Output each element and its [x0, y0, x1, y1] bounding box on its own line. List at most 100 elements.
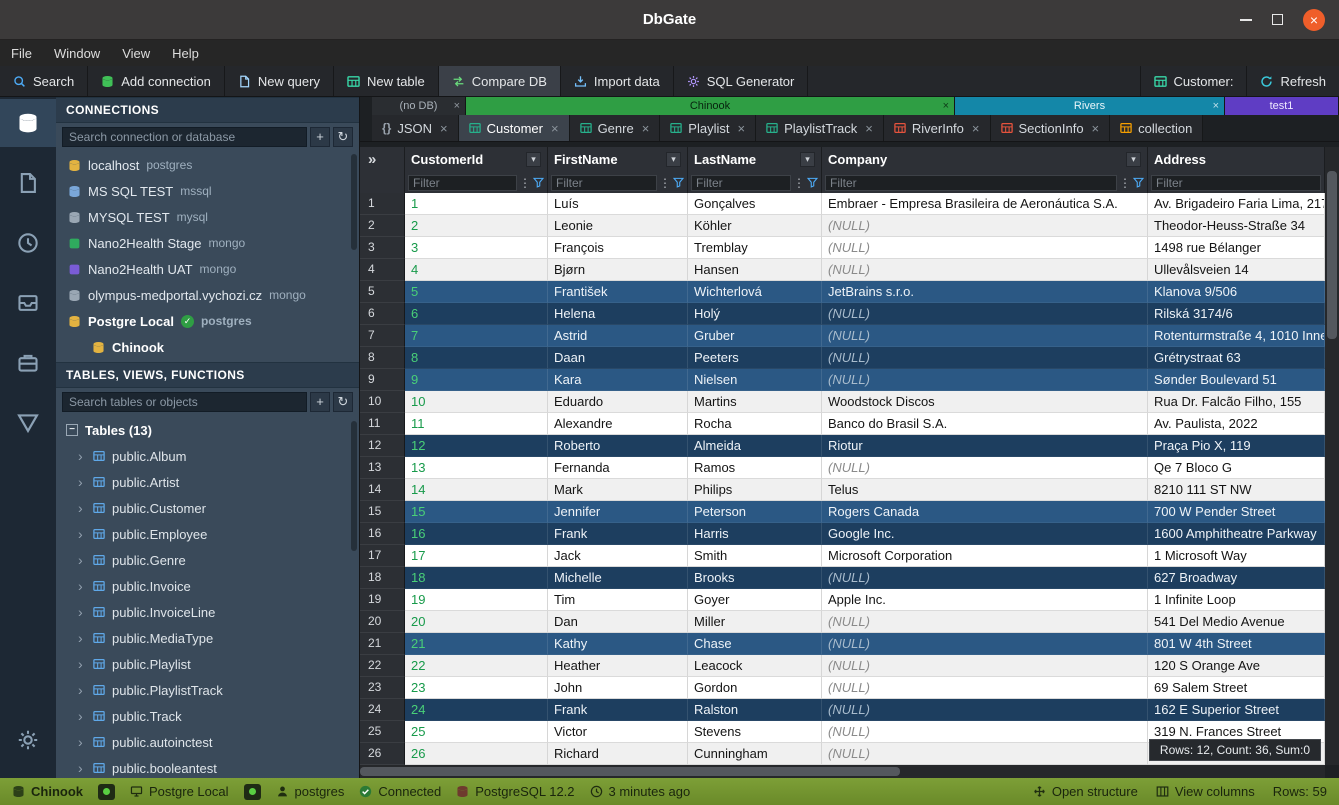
- chevron-right-icon[interactable]: ›: [78, 760, 86, 776]
- cell-firstname[interactable]: Tim: [548, 589, 688, 611]
- cell-company[interactable]: (NULL): [822, 215, 1148, 237]
- filter-input-company[interactable]: [825, 175, 1117, 191]
- row-number[interactable]: 7: [360, 325, 405, 347]
- cell-lastname[interactable]: Ramos: [688, 457, 822, 479]
- cell-customerid[interactable]: 8: [405, 347, 548, 369]
- table-item-public-invoice[interactable]: ›public.Invoice: [56, 573, 359, 599]
- chevron-right-icon[interactable]: ›: [78, 526, 86, 542]
- table-item-public-booleantest[interactable]: ›public.booleantest: [56, 755, 359, 778]
- row-number[interactable]: 21: [360, 633, 405, 655]
- cell-address[interactable]: 801 W 4th Street: [1148, 633, 1325, 655]
- row-number[interactable]: 3: [360, 237, 405, 259]
- cell-address[interactable]: 1600 Amphitheatre Parkway: [1148, 523, 1325, 545]
- cell-company[interactable]: Woodstock Discos: [822, 391, 1148, 413]
- toolbar-button-refresh[interactable]: Refresh: [1246, 66, 1339, 96]
- cell-company[interactable]: (NULL): [822, 259, 1148, 281]
- filter-input-firstname[interactable]: [551, 175, 657, 191]
- cell-firstname[interactable]: Kathy: [548, 633, 688, 655]
- row-number[interactable]: 9: [360, 369, 405, 391]
- cell-customerid[interactable]: 18: [405, 567, 548, 589]
- close-tab-icon[interactable]: ×: [737, 121, 745, 136]
- row-number[interactable]: 2: [360, 215, 405, 237]
- cell-firstname[interactable]: Astrid: [548, 325, 688, 347]
- toolbar-button-new-table[interactable]: New table: [334, 66, 439, 96]
- cell-address[interactable]: Ullevålsveien 14: [1148, 259, 1325, 281]
- table-item-public-artist[interactable]: ›public.Artist: [56, 469, 359, 495]
- table-row[interactable]: 55FrantišekWichterlováJetBrains s.r.o.Kl…: [360, 281, 1325, 303]
- row-number[interactable]: 8: [360, 347, 405, 369]
- row-number[interactable]: 23: [360, 677, 405, 699]
- table-row[interactable]: 1717JackSmithMicrosoft Corporation1 Micr…: [360, 545, 1325, 567]
- cell-company[interactable]: (NULL): [822, 457, 1148, 479]
- row-number[interactable]: 16: [360, 523, 405, 545]
- cell-address[interactable]: 627 Broadway: [1148, 567, 1325, 589]
- table-item-public-autoinctest[interactable]: ›public.autoinctest: [56, 729, 359, 755]
- table-item-public-invoiceline[interactable]: ›public.InvoiceLine: [56, 599, 359, 625]
- tab-riverinfo[interactable]: RiverInfo×: [884, 115, 991, 141]
- horizontal-scrollbar[interactable]: [360, 765, 1325, 778]
- cell-customerid[interactable]: 19: [405, 589, 548, 611]
- toolbar-button-import-data[interactable]: Import data: [561, 66, 674, 96]
- cell-firstname[interactable]: Frank: [548, 523, 688, 545]
- table-row[interactable]: 33FrançoisTremblay(NULL)1498 rue Bélange…: [360, 237, 1325, 259]
- chevron-right-icon[interactable]: ›: [78, 578, 86, 594]
- connections-search-input[interactable]: [62, 127, 307, 147]
- cell-lastname[interactable]: Wichterlová: [688, 281, 822, 303]
- tab-collection[interactable]: collection: [1110, 115, 1203, 141]
- connection-item-nano2health-uat[interactable]: Nano2Health UATmongo: [56, 256, 359, 282]
- cell-company[interactable]: (NULL): [822, 677, 1148, 699]
- chevron-right-icon[interactable]: ›: [78, 604, 86, 620]
- cell-company[interactable]: (NULL): [822, 325, 1148, 347]
- connections-scrollbar[interactable]: [351, 154, 357, 250]
- cell-customerid[interactable]: 16: [405, 523, 548, 545]
- cell-customerid[interactable]: 9: [405, 369, 548, 391]
- cell-lastname[interactable]: Nielsen: [688, 369, 822, 391]
- cell-address[interactable]: Qe 7 Bloco G: [1148, 457, 1325, 479]
- cell-address[interactable]: 162 E Superior Street: [1148, 699, 1325, 721]
- cell-customerid[interactable]: 20: [405, 611, 548, 633]
- sidebar-filter-icon[interactable]: [0, 399, 56, 447]
- sidebar-history-icon[interactable]: [0, 219, 56, 267]
- table-item-public-genre[interactable]: ›public.Genre: [56, 547, 359, 573]
- table-row[interactable]: 2424FrankRalston(NULL)162 E Superior Str…: [360, 699, 1325, 721]
- cell-lastname[interactable]: Tremblay: [688, 237, 822, 259]
- menu-help[interactable]: Help: [161, 40, 210, 66]
- row-number[interactable]: 14: [360, 479, 405, 501]
- cell-lastname[interactable]: Gruber: [688, 325, 822, 347]
- chevron-right-icon[interactable]: ›: [78, 448, 86, 464]
- funnel-icon[interactable]: [1133, 177, 1144, 188]
- close-tab-icon[interactable]: ×: [440, 121, 448, 136]
- cell-lastname[interactable]: Ralston: [688, 699, 822, 721]
- cell-company[interactable]: (NULL): [822, 721, 1148, 743]
- table-row[interactable]: 2222HeatherLeacock(NULL)120 S Orange Ave: [360, 655, 1325, 677]
- connection-item-localhost[interactable]: localhostpostgres: [56, 152, 359, 178]
- cell-customerid[interactable]: 10: [405, 391, 548, 413]
- cell-firstname[interactable]: Heather: [548, 655, 688, 677]
- cell-firstname[interactable]: František: [548, 281, 688, 303]
- cell-company[interactable]: JetBrains s.r.o.: [822, 281, 1148, 303]
- tab-playlisttrack[interactable]: PlaylistTrack×: [756, 115, 884, 141]
- cell-company[interactable]: (NULL): [822, 369, 1148, 391]
- row-number[interactable]: 13: [360, 457, 405, 479]
- add-connection-icon[interactable]: +: [310, 127, 330, 147]
- cell-address[interactable]: Praça Pio X, 119: [1148, 435, 1325, 457]
- tab-group-no-db[interactable]: (no DB)×: [372, 97, 466, 115]
- table-item-public-employee[interactable]: ›public.Employee: [56, 521, 359, 547]
- cell-address[interactable]: 1 Infinite Loop: [1148, 589, 1325, 611]
- cell-firstname[interactable]: François: [548, 237, 688, 259]
- row-number[interactable]: 5: [360, 281, 405, 303]
- cell-company[interactable]: (NULL): [822, 303, 1148, 325]
- cell-customerid[interactable]: 5: [405, 281, 548, 303]
- cell-firstname[interactable]: Fernanda: [548, 457, 688, 479]
- add-table-icon[interactable]: +: [310, 392, 330, 412]
- menu-window[interactable]: Window: [43, 40, 111, 66]
- row-number[interactable]: 4: [360, 259, 405, 281]
- cell-lastname[interactable]: Gonçalves: [688, 193, 822, 215]
- close-icon[interactable]: ×: [1303, 9, 1325, 31]
- column-menu-icon[interactable]: ▾: [666, 152, 681, 167]
- cell-customerid[interactable]: 1: [405, 193, 548, 215]
- column-menu-icon[interactable]: ▾: [800, 152, 815, 167]
- cell-lastname[interactable]: Peterson: [688, 501, 822, 523]
- cell-company[interactable]: Banco do Brasil S.A.: [822, 413, 1148, 435]
- cell-customerid[interactable]: 2: [405, 215, 548, 237]
